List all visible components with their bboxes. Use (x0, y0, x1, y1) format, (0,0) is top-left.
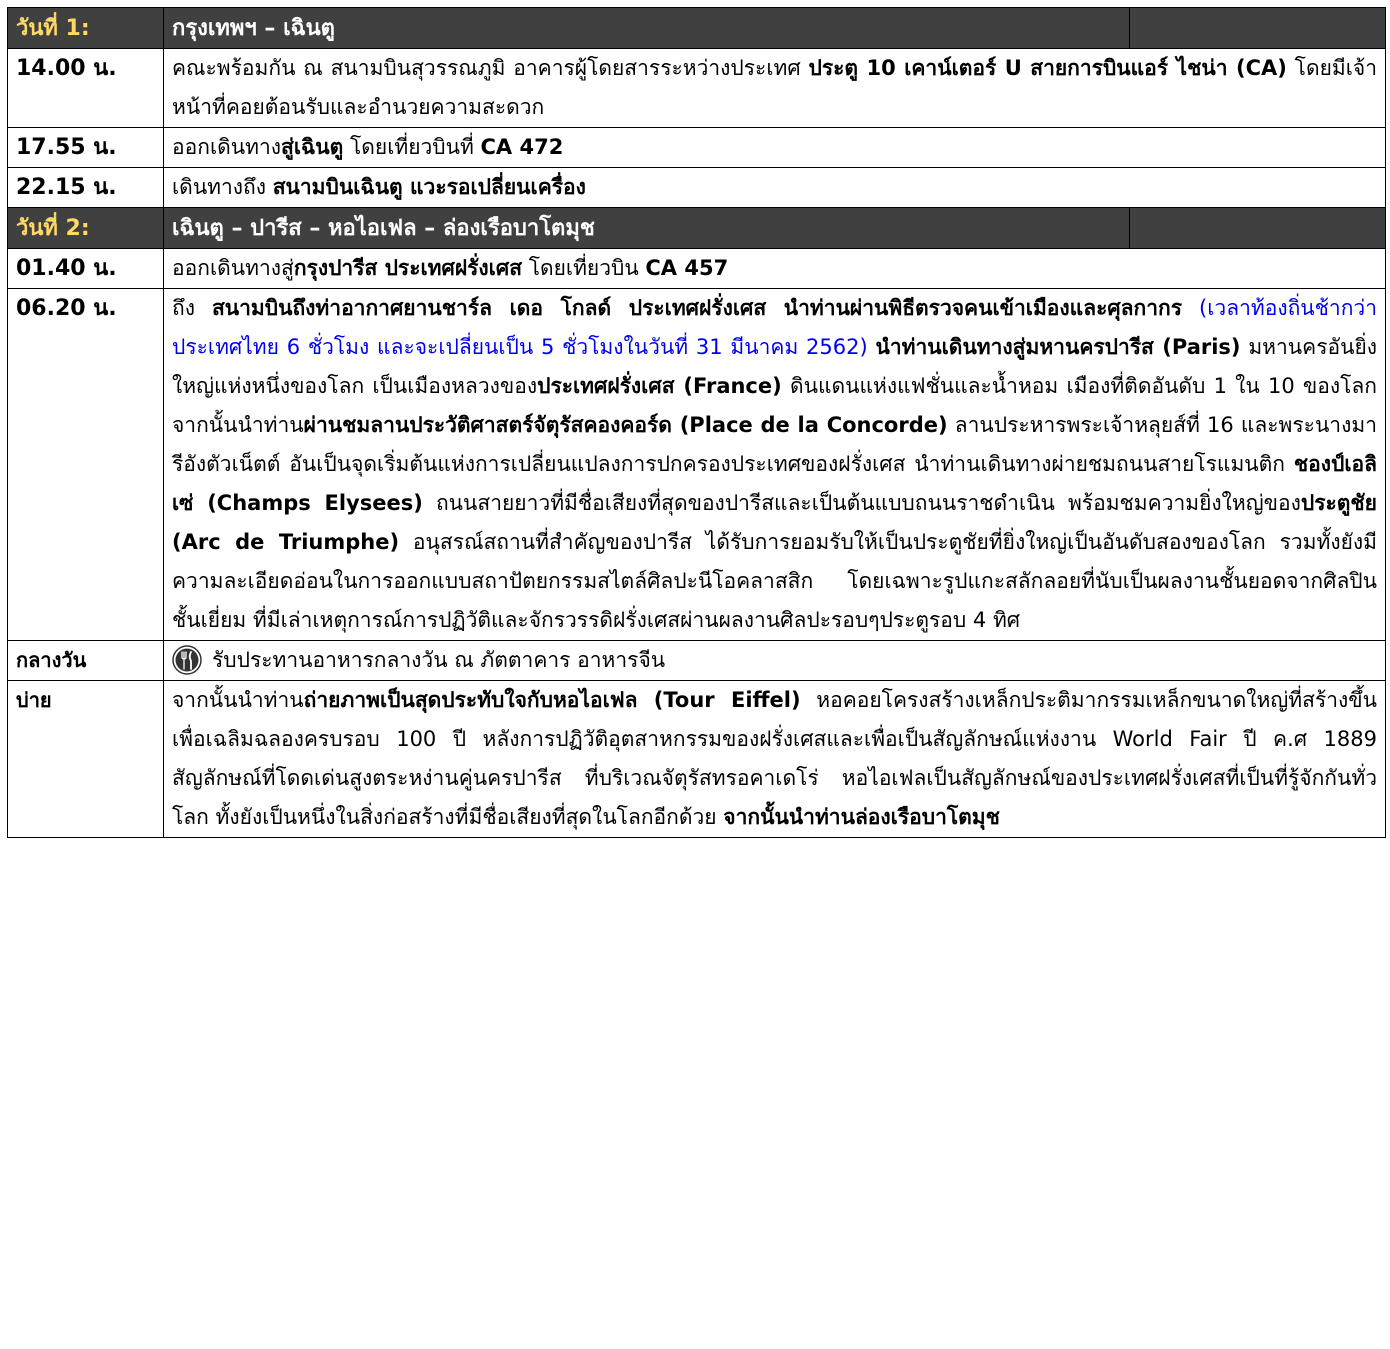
bold-text: ผ่านชมลานประวัติศาสตร์จัตุรัสคองคอร์ด (P… (303, 413, 948, 437)
description-cell: คณะพร้อมกัน ณ สนามบินสุวรรณภูมิ อาคารผู้… (163, 48, 1386, 128)
time-cell: กลางวัน (7, 640, 164, 681)
body-text: ออกเดินทาง (172, 135, 281, 159)
day-label: วันที่ 2: (7, 207, 164, 249)
day-title: เฉินตู – ปารีส – หอไอเฟล – ล่องเรือบาโตม… (163, 207, 1130, 249)
time-cell: 22.15 น. (7, 167, 164, 208)
itinerary-body: วันที่ 1: กรุงเทพฯ – เฉินตู 14.00 น. คณะพร้… (7, 7, 1386, 838)
time-cell: บ่าย (7, 680, 164, 838)
body-text: คณะพร้อมกัน ณ สนามบินสุวรรณภูมิ อาคารผู้… (172, 56, 809, 80)
description-cell: รับประทานอาหารกลางวัน ณ ภัตตาคาร อาหารจี… (163, 640, 1386, 681)
meal-text: รับประทานอาหารกลางวัน ณ ภัตตาคาร อาหารจี… (212, 641, 665, 680)
body-text: โดยเที่ยวบิน (522, 256, 646, 280)
description-cell: จากนั้นนำท่านถ่ายภาพเป็นสุดประทับใจกับหอ… (163, 680, 1386, 838)
bold-text: CA 457 (645, 256, 729, 280)
bold-text: ประเทศฝรั่งเศส (France) (537, 374, 782, 398)
body-text: เดินทางถึง (172, 175, 273, 199)
itinerary-row: 06.20 น. ถึง สนามบินถึงท่าอากาศยานชาร์ล เ… (7, 288, 1386, 641)
day-header-row: วันที่ 1: กรุงเทพฯ – เฉินตู (7, 7, 1386, 49)
bold-text: นำท่านเดินทางสู่มหานครปารีส (Paris) (875, 335, 1241, 359)
restaurant-icon (172, 645, 202, 675)
bold-text: จากนั้นนำท่านล่องเรือบาโตมุช (723, 805, 1000, 829)
bold-text: สู่เฉินตู (281, 135, 344, 159)
day-header-blank (1129, 7, 1386, 49)
time-cell: 17.55 น. (7, 127, 164, 168)
description-cell: ออกเดินทางสู่เฉินตู โดยเที่ยวบินที่ CA 4… (163, 127, 1386, 168)
itinerary-row: บ่าย จากนั้นนำท่านถ่ายภาพเป็นสุดประทับใจก… (7, 680, 1386, 838)
day-header-row: วันที่ 2: เฉินตู – ปารีส – หอไอเฟล – ล่อง… (7, 207, 1386, 249)
itinerary-table: วันที่ 1: กรุงเทพฯ – เฉินตู 14.00 น. คณะพร้… (7, 7, 1386, 838)
time-cell: 06.20 น. (7, 288, 164, 641)
bold-text: ถ่ายภาพเป็นสุดประทับใจกับหอไอเฟล (Tour E… (303, 688, 801, 712)
itinerary-row: 01.40 น. ออกเดินทางสู่กรุงปารีส ประเทศฝรั… (7, 248, 1386, 289)
day-label: วันที่ 1: (7, 7, 164, 49)
bold-text: สนามบินถึงท่าอากาศยานชาร์ล เดอ โกลด์ ประ… (211, 296, 1183, 320)
body-text: ออกเดินทางสู่ (172, 256, 294, 280)
bold-text: CA 472 (480, 135, 564, 159)
meal-line: รับประทานอาหารกลางวัน ณ ภัตตาคาร อาหารจี… (172, 641, 1377, 679)
description-cell: ออกเดินทางสู่กรุงปารีส ประเทศฝรั่งเศส โด… (163, 248, 1386, 289)
bold-text: ประตู 10 เคาน์เตอร์ U สายการบินแอร์ ไชน่… (808, 56, 1287, 80)
bold-text: กรุงปารีส ประเทศฝรั่งเศส (293, 256, 523, 280)
day-title: กรุงเทพฯ – เฉินตู (163, 7, 1130, 49)
itinerary-row: 14.00 น. คณะพร้อมกัน ณ สนามบินสุวรรณภูมิ … (7, 48, 1386, 128)
body-text: จากนั้นนำท่าน (172, 688, 304, 712)
time-cell: 01.40 น. (7, 248, 164, 289)
bold-text: สนามบินเฉินตู แวะรอเปลี่ยนเครื่อง (272, 175, 586, 199)
description-cell: เดินทางถึง สนามบินเฉินตู แวะรอเปลี่ยนเคร… (163, 167, 1386, 208)
day-header-blank (1129, 207, 1386, 249)
body-text: ถึง (172, 296, 212, 320)
body-text: ถนนสายยาวที่มีชื่อเสียงที่สุดของปารีสและ… (422, 491, 1301, 515)
time-cell: 14.00 น. (7, 48, 164, 128)
body-text: รับประทานอาหารกลางวัน ณ ภัตตาคาร อาหารจี… (212, 647, 666, 672)
body-text: โดยเที่ยวบินที่ (343, 135, 481, 159)
itinerary-row: กลางวัน รับประทานอาหารกลางวัน ณ ภัตตาคาร … (7, 640, 1386, 681)
itinerary-row: 22.15 น. เดินทางถึง สนามบินเฉินตู แวะรอเป… (7, 167, 1386, 208)
description-cell: ถึง สนามบินถึงท่าอากาศยานชาร์ล เดอ โกลด์… (163, 288, 1386, 641)
itinerary-row: 17.55 น. ออกเดินทางสู่เฉินตู โดยเที่ยวบิน… (7, 127, 1386, 168)
